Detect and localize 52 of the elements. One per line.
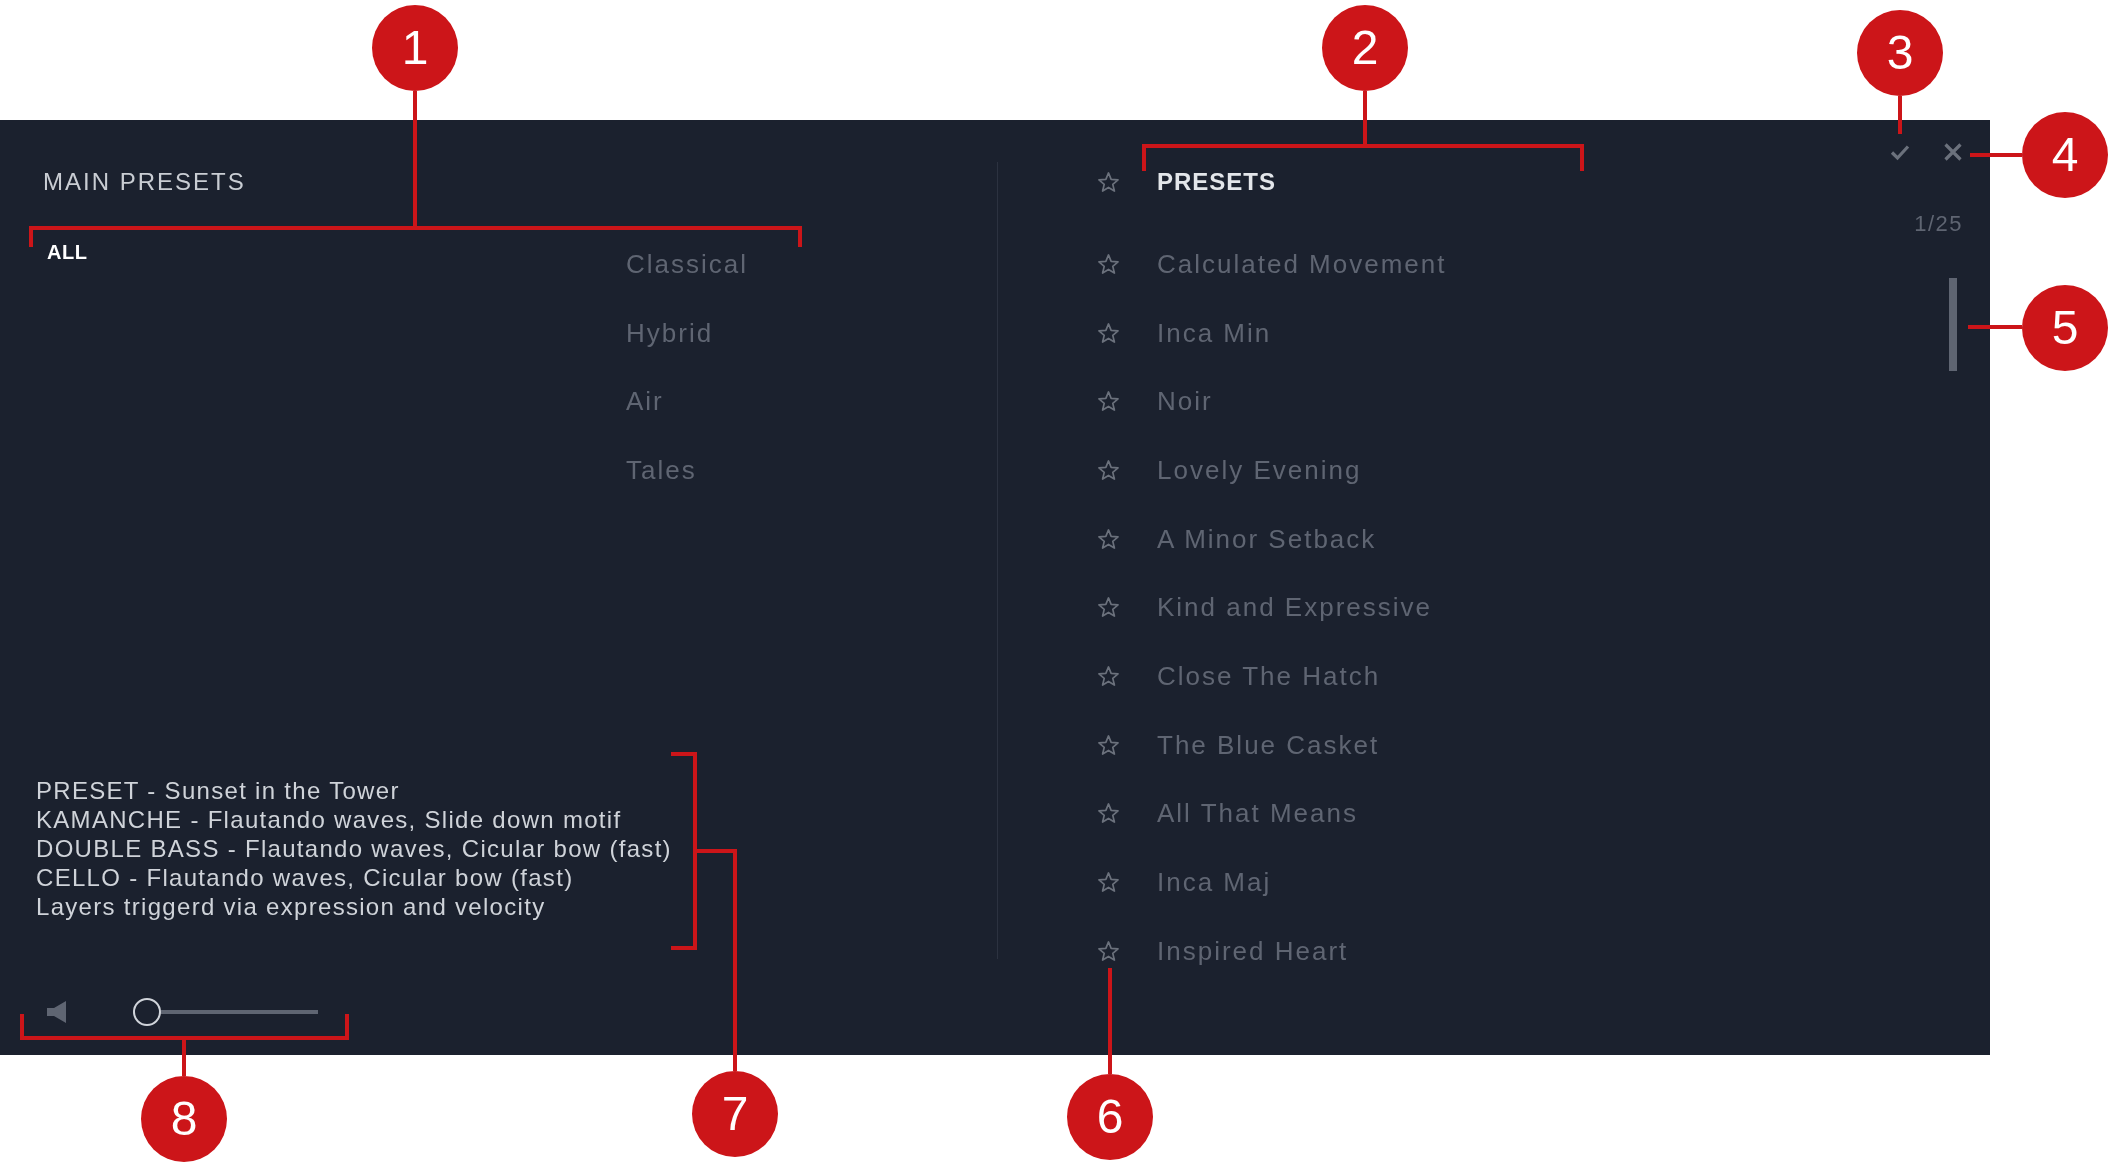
callout-marker: 7 xyxy=(692,1071,778,1157)
preset-item[interactable]: Noir xyxy=(1157,385,1213,418)
callout-marker: 5 xyxy=(2022,285,2108,371)
preset-info-line: Layers triggerd via expression and velocity xyxy=(36,891,546,921)
preset-item[interactable]: The Blue Casket xyxy=(1157,728,1380,761)
star-icon[interactable] xyxy=(1098,391,1119,412)
callout-marker: 3 xyxy=(1857,10,1943,96)
preset-item[interactable]: Lovely Evening xyxy=(1157,454,1362,487)
bank-item[interactable]: ALL xyxy=(47,238,88,266)
callout-marker: 2 xyxy=(1322,5,1408,91)
callout-marker: 1 xyxy=(372,5,458,91)
column-title: PRESETS xyxy=(1157,167,1277,197)
preset-item[interactable]: Inca Maj xyxy=(1157,866,1272,899)
preset-counter: 1/25 xyxy=(1914,211,1963,237)
callout-line xyxy=(1968,325,2022,329)
category-item[interactable]: Classical xyxy=(626,248,749,280)
star-icon[interactable] xyxy=(1098,172,1119,192)
preset-info-line: CELLO - Flautando waves, Cicular bow (fast) xyxy=(36,862,574,892)
category-item[interactable]: Air xyxy=(626,385,664,418)
callout-marker: 6 xyxy=(1067,1074,1153,1160)
star-icon[interactable] xyxy=(1098,528,1119,549)
callout-marker: 4 xyxy=(2022,112,2108,198)
preset-item[interactable]: Calculated Movement xyxy=(1157,248,1447,280)
preset-info-line: KAMANCHE - Flautando waves, Slide down motif xyxy=(36,804,622,834)
star-icon[interactable] xyxy=(1098,597,1119,618)
star-icon[interactable] xyxy=(1098,322,1119,343)
preset-item[interactable]: All That Means xyxy=(1157,797,1358,830)
star-icon[interactable] xyxy=(1098,872,1119,893)
callout-line xyxy=(1970,153,2022,157)
star-icon[interactable] xyxy=(1098,940,1119,961)
preset-info-line: PRESET - Sunset in the Tower xyxy=(36,775,400,805)
slider-thumb[interactable] xyxy=(133,998,161,1026)
scrollbar-thumb[interactable] xyxy=(1949,278,1957,371)
preset-item[interactable]: Inca Min xyxy=(1157,316,1272,349)
section-title: MAIN PRESETS xyxy=(43,167,246,197)
callout-line xyxy=(1898,96,1902,134)
speaker-icon[interactable] xyxy=(47,1001,66,1023)
category-item[interactable]: Tales xyxy=(626,454,697,487)
star-icon[interactable] xyxy=(1098,460,1119,481)
preset-item[interactable]: Close The Hatch xyxy=(1157,660,1381,693)
preset-item[interactable]: A Minor Setback xyxy=(1157,522,1377,555)
category-item[interactable]: Hybrid xyxy=(626,316,714,349)
star-icon[interactable] xyxy=(1098,254,1119,274)
callout-marker: 8 xyxy=(141,1076,227,1162)
preset-info-line: DOUBLE BASS - Flautando waves, Cicular bow (fast) xyxy=(36,833,672,863)
close-icon xyxy=(1943,142,1963,162)
star-icon[interactable] xyxy=(1098,803,1119,824)
star-icon[interactable] xyxy=(1098,666,1119,687)
star-icon[interactable] xyxy=(1098,734,1119,755)
preset-item[interactable]: Kind and Expressive xyxy=(1157,591,1433,624)
close-button[interactable] xyxy=(1943,142,1963,162)
preset-item[interactable]: Inspired Heart xyxy=(1157,934,1349,967)
